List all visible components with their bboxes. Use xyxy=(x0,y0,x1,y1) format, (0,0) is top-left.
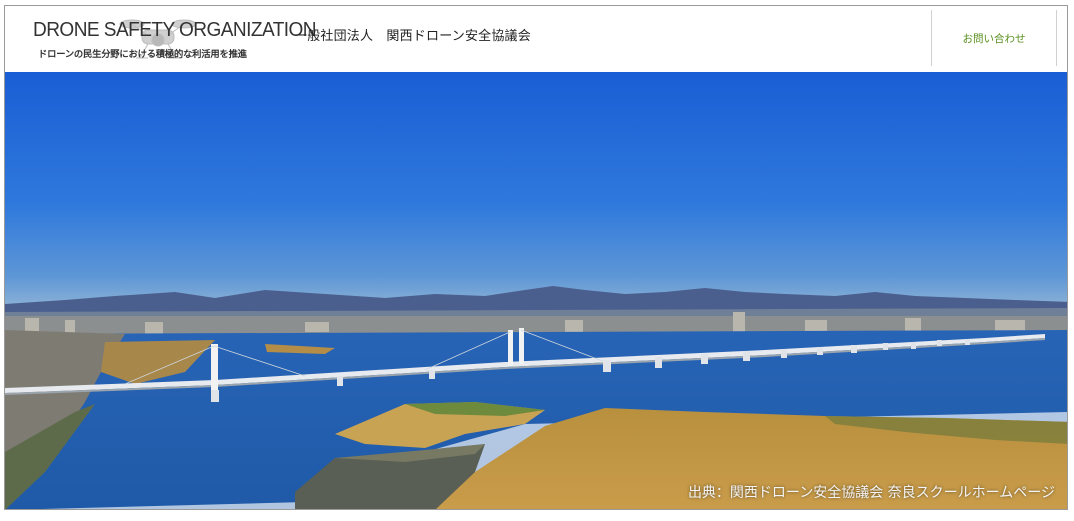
photo-credit: 出典：関西ドローン安全協議会 奈良スクールホームページ xyxy=(687,485,1055,501)
bridge-tower-left xyxy=(211,344,218,396)
contact-link[interactable]: お問い合わせ xyxy=(932,6,1056,70)
sky xyxy=(5,72,1067,312)
hero-image: 出典：関西ドローン安全協議会 奈良スクールホームページ xyxy=(5,72,1067,509)
bridge-aerial-photo xyxy=(5,72,1067,509)
site-header: DRONE SAFETY ORGANIZATION ドローンの民生分野における積… xyxy=(5,6,1067,72)
logo-title: DRONE SAFETY ORGANIZATION xyxy=(33,18,317,41)
page-frame: DRONE SAFETY ORGANIZATION ドローンの民生分野における積… xyxy=(4,5,1068,510)
logo-tagline: ドローンの民生分野における積極的な利活用を推進 xyxy=(38,49,247,60)
bridge-tower-right-a xyxy=(508,330,513,366)
site-logo[interactable]: DRONE SAFETY ORGANIZATION ドローンの民生分野における積… xyxy=(33,14,317,66)
organization-name: 一般社団法人 関西ドローン安全協議会 xyxy=(294,29,531,44)
bridge-tower-right-b xyxy=(519,328,524,364)
header-divider-right xyxy=(1056,10,1057,66)
